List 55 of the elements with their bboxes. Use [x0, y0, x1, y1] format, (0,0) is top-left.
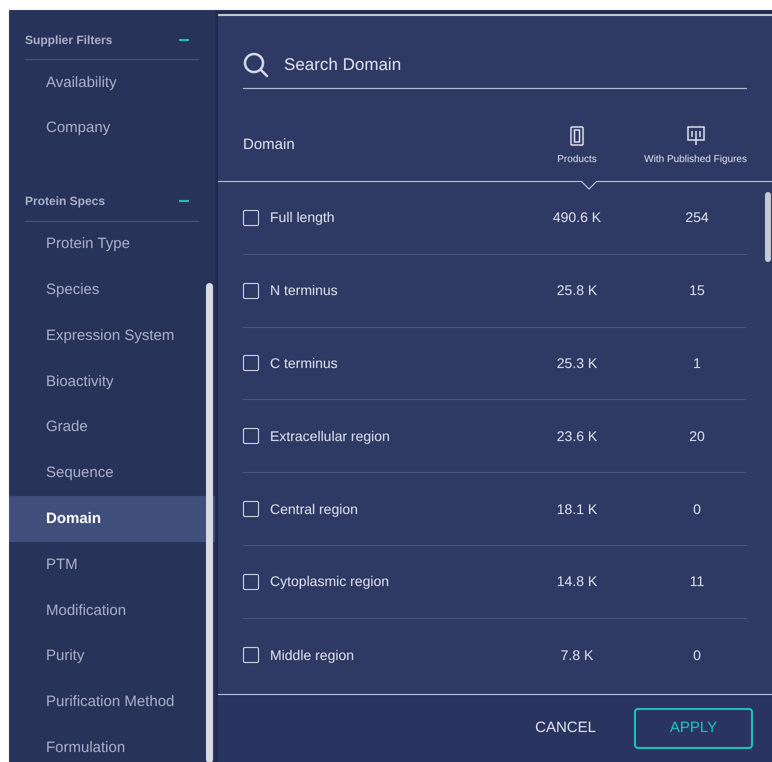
sidebar-item[interactable]: PTM	[9, 542, 215, 588]
checkbox[interactable]	[243, 282, 259, 299]
scrollbar-thumb[interactable]	[765, 192, 771, 262]
cancel-button[interactable]: CANCEL	[525, 709, 606, 748]
vial-icon	[569, 126, 585, 146]
sidebar-item[interactable]: Species	[9, 267, 215, 314]
row-label: Extracellular region	[270, 426, 391, 446]
figure-icon	[687, 126, 705, 146]
column-header: With Published Figures	[644, 153, 747, 167]
table-cell-text: 0	[692, 646, 702, 665]
sidebar-item[interactable]: Modification	[9, 588, 215, 634]
sidebar-item[interactable]: Availability	[9, 60, 215, 106]
row-label: N terminus	[270, 281, 339, 300]
section-header: Supplier Filters	[25, 32, 112, 48]
sidebar-item[interactable]: Company	[9, 106, 215, 152]
scrollbar-thumb[interactable]	[206, 283, 213, 762]
sidebar-item[interactable]: Formulation	[9, 725, 215, 762]
table-cell-text: 490.6 K	[552, 208, 602, 228]
checkbox[interactable]	[243, 428, 259, 444]
sidebar-item[interactable]: Grade	[9, 404, 215, 451]
sidebar-item[interactable]: Protein Type	[9, 222, 215, 268]
apply-button[interactable]: APPLY	[634, 708, 753, 749]
row-label: Central region	[270, 500, 359, 519]
column-header: Domain	[243, 134, 296, 154]
table-cell-text: 20	[688, 426, 706, 446]
row-label: Middle region	[270, 646, 356, 665]
table-cell-text: 254	[684, 208, 710, 228]
checkbox[interactable]	[243, 210, 259, 226]
row-label: Cytoplasmic region	[270, 572, 390, 592]
sidebar-item[interactable]: Bioactivity	[9, 358, 215, 405]
table-cell-text: 23.6 K	[556, 426, 598, 446]
checkbox[interactable]	[243, 501, 259, 518]
sidebar-item[interactable]: Domain	[9, 496, 215, 542]
table-cell-text: 11	[688, 572, 706, 592]
sidebar-item[interactable]: Purification Method	[9, 680, 215, 726]
table-cell-text: 25.3 K	[556, 354, 598, 373]
table-cell-text: 18.1 K	[556, 500, 598, 519]
table-cell-text: 25.8 K	[556, 281, 598, 300]
row-label: C terminus	[270, 354, 339, 373]
table-cell-text: 1	[692, 354, 702, 373]
table-cell-text: 7.8 K	[560, 646, 594, 665]
sidebar-item[interactable]: Expression System	[9, 313, 215, 359]
search-icon	[243, 52, 269, 78]
sidebar-item[interactable]: Sequence	[9, 450, 215, 496]
section-header: Protein Specs	[25, 193, 106, 210]
search-field[interactable]: Search Domain	[284, 52, 684, 78]
checkbox[interactable]	[243, 355, 259, 372]
checkbox[interactable]	[243, 574, 259, 590]
table-cell-text: 0	[692, 500, 702, 519]
checkbox[interactable]	[243, 647, 259, 664]
sidebar-item[interactable]: Purity	[9, 634, 215, 680]
table-cell-text: 15	[688, 281, 706, 300]
column-header: Products	[557, 153, 597, 167]
table-cell-text: 14.8 K	[556, 572, 598, 592]
row-label: Full length	[270, 208, 336, 228]
